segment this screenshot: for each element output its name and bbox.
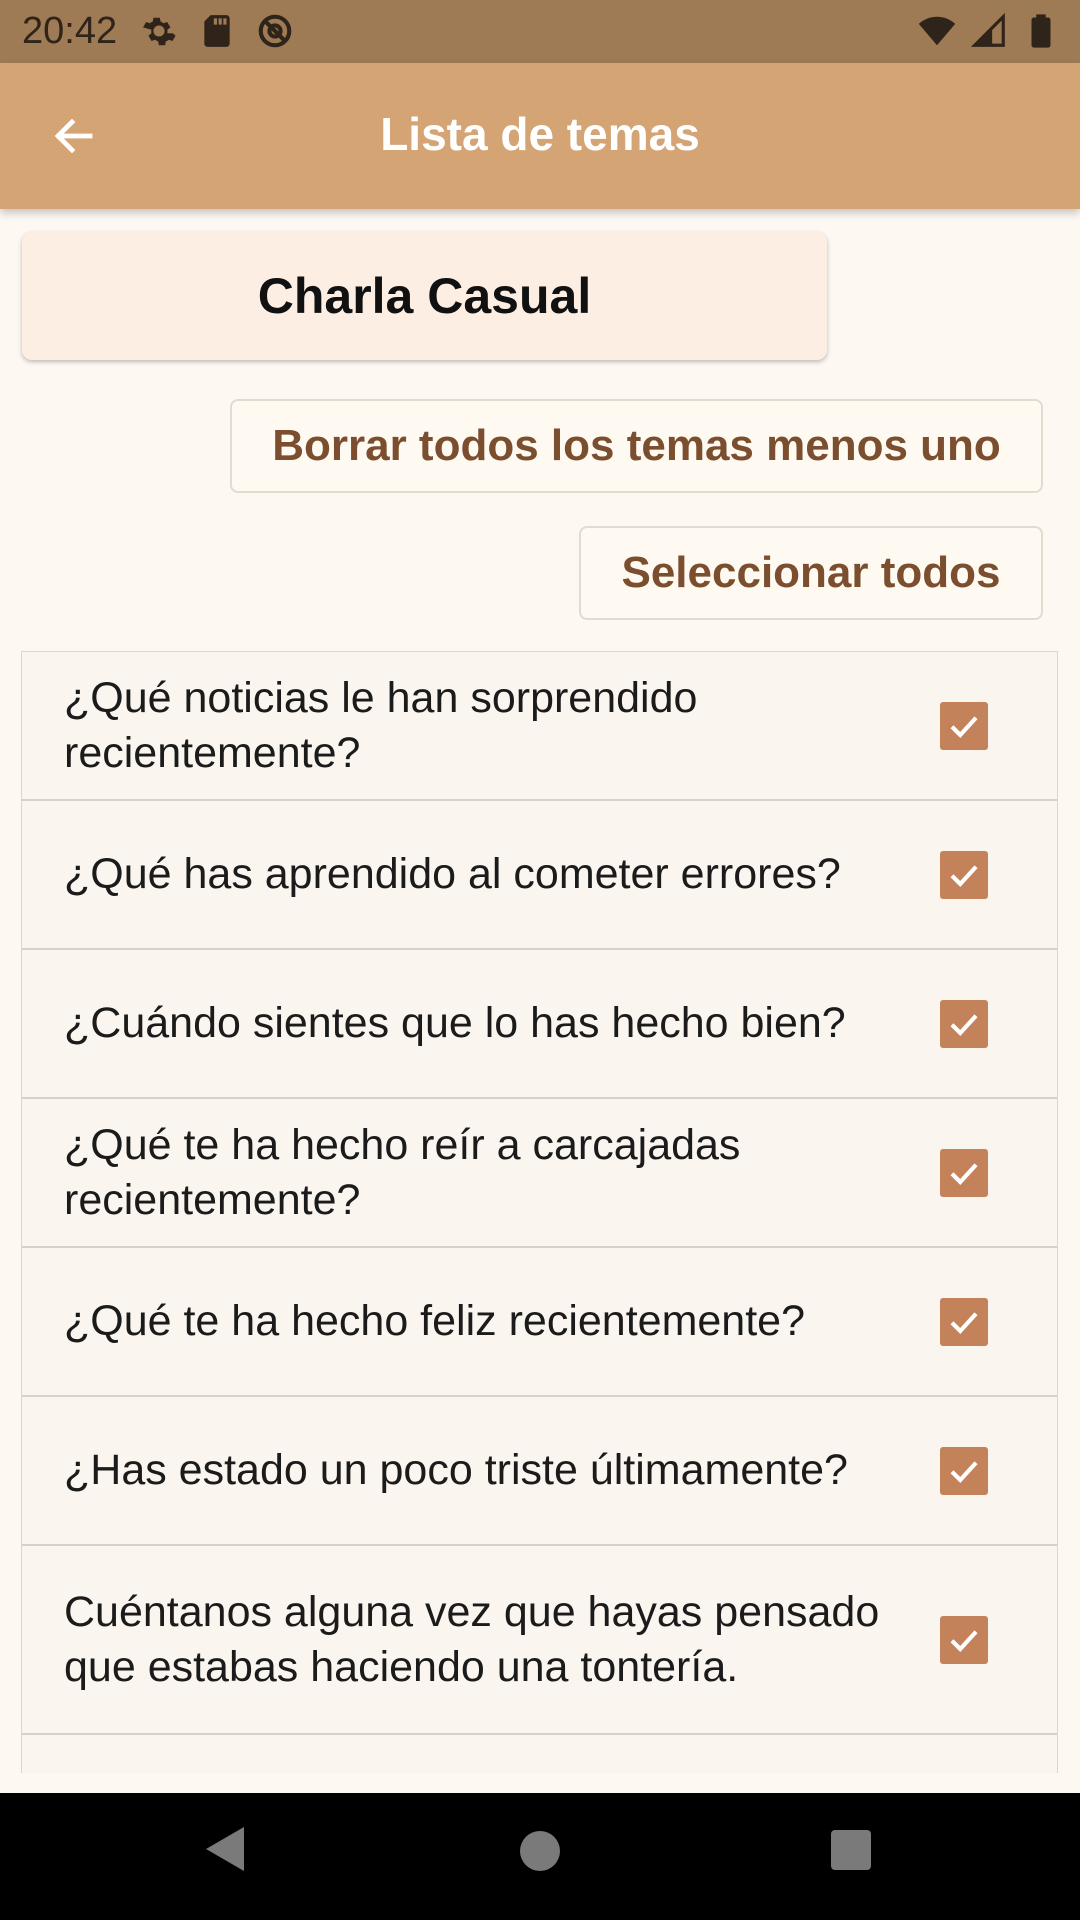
category-card: Charla Casual [22, 232, 827, 360]
sd-card-icon [204, 15, 230, 47]
topic-checkbox[interactable] [940, 1446, 988, 1495]
checkmark-icon [950, 1162, 978, 1185]
home-circle-icon[interactable] [520, 1831, 560, 1871]
status-icons-left [140, 12, 294, 50]
checkmark-icon [950, 1013, 978, 1036]
select-all-label: Seleccionar todos [621, 548, 1001, 597]
battery-icon [1031, 14, 1051, 48]
topic-checkbox[interactable] [940, 1148, 988, 1197]
checkmark-icon [950, 1629, 978, 1652]
checkmark-icon [950, 1460, 978, 1483]
category-label: Charla Casual [257, 268, 592, 324]
topic-text: ¿Qué te ha hecho reír a carcajadas recie… [64, 1120, 741, 1224]
back-triangle-icon[interactable] [204, 1825, 246, 1873]
topic-text: ¿Has estado un poco triste últimamente? [64, 1446, 848, 1494]
delete-all-but-one-label: Borrar todos los temas menos uno [272, 421, 1001, 470]
list-item[interactable]: ¿Has estado un poco triste últimamente? [22, 1397, 1057, 1546]
wifi-icon [918, 16, 956, 46]
topic-checkbox[interactable] [940, 850, 988, 899]
checkmark-icon [950, 864, 978, 887]
status-time: 20:42 [22, 10, 118, 52]
at-sign-icon [258, 14, 292, 48]
topic-text: Cuéntanos alguna vez que hayas pensado q… [64, 1587, 880, 1691]
signal-icon [970, 12, 1005, 47]
checkmark-icon [950, 715, 978, 738]
page-title: Lista de temas [380, 108, 700, 160]
topic-text: ¿Qué noticias le han sorprendido recient… [64, 673, 698, 777]
status-bar: 20:42 [0, 0, 1080, 63]
recents-square-icon[interactable] [831, 1830, 871, 1870]
list-item[interactable]: ¿Qué te ha hecho reír a carcajadas recie… [22, 1099, 1057, 1248]
topic-text: ¿Qué te ha hecho feliz recientemente? [64, 1297, 805, 1345]
delete-all-but-one-button[interactable]: Borrar todos los temas menos uno [230, 399, 1043, 493]
topic-checkbox[interactable] [940, 999, 988, 1048]
select-all-button[interactable]: Seleccionar todos [579, 526, 1043, 620]
topic-checkbox[interactable] [940, 701, 988, 750]
topic-list[interactable]: ¿Qué noticias le han sorprendido recient… [21, 651, 1058, 1773]
gear-icon [143, 17, 176, 46]
navigation-bar [0, 1793, 1080, 1920]
app-bar: Lista de temas [0, 63, 1080, 209]
topic-text: ¿Cuándo sientes que lo has hecho bien? [64, 999, 846, 1047]
list-item[interactable]: ¿Qué noticias le han sorprendido recient… [22, 652, 1057, 801]
status-icons-right [918, 12, 1060, 50]
checkmark-icon [950, 1311, 978, 1334]
list-item[interactable]: Cuéntanos alguna vez que hayas pensado q… [22, 1546, 1057, 1735]
list-item[interactable]: ¿Cuándo sientes que lo has hecho bien? [22, 950, 1057, 1099]
list-item[interactable]: ¿Qué has aprendido al cometer errores? [22, 801, 1057, 950]
topic-checkbox[interactable] [940, 1297, 988, 1346]
list-item-partial[interactable] [22, 1735, 1057, 1773]
list-item[interactable]: ¿Qué te ha hecho feliz recientemente? [22, 1248, 1057, 1397]
topic-checkbox[interactable] [940, 1615, 988, 1664]
topic-text: ¿Qué has aprendido al cometer errores? [64, 850, 841, 898]
